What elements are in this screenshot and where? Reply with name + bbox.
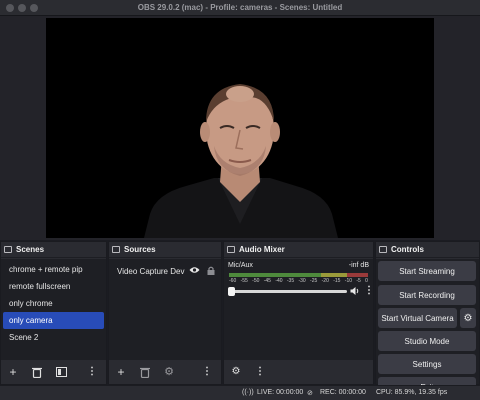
source-list: Video Capture Devi [109, 259, 221, 360]
sources-dock-title: Sources [124, 245, 156, 254]
advanced-audio-properties-icon[interactable]: ⚙ [228, 364, 244, 380]
controls-dock-icon [379, 246, 387, 253]
cpu-fps-status: CPU: 85.9%, 19.35 fps [376, 389, 448, 396]
meter-scale-tick: -15 [333, 278, 341, 284]
scene-item-remote-fullscreen[interactable]: remote fullscreen [3, 278, 104, 295]
settings-button[interactable]: Settings [378, 354, 476, 374]
audio-mixer-dock-icon [227, 246, 235, 253]
meter-scale: -60 -55 -50 -45 -40 -35 -30 -25 -20 -15 -10 -5 0 [229, 278, 368, 286]
visibility-eye-icon[interactable] [189, 266, 200, 276]
volume-meter [229, 273, 368, 277]
channel-level: -inf dB [348, 262, 369, 269]
sources-dock-icon [112, 246, 120, 253]
meter-scale-tick: -60 [229, 278, 237, 284]
remove-scene-icon[interactable] [29, 364, 45, 380]
live-broadcast-icon: ((·)) [242, 389, 254, 396]
source-item-video-capture[interactable]: Video Capture Devi [109, 262, 221, 280]
studio-mode-button[interactable]: Studio Mode [378, 331, 476, 351]
rec-status: REC: 00:00:00 [320, 389, 366, 396]
title-bar: OBS 29.0.2 (mac) - Profile: cameras - Sc… [0, 0, 480, 16]
meter-scale-tick: -30 [298, 278, 306, 284]
meter-scale-tick: -50 [252, 278, 260, 284]
add-source-icon[interactable]: + [113, 364, 129, 380]
audio-mixer-menu-icon[interactable]: ⋮ [252, 364, 268, 380]
meter-scale-tick: -10 [344, 278, 353, 284]
mixer-body: Mic/Aux -inf dB -60 -55 -50 -45 -40 -35 -30 -25… [224, 259, 374, 360]
meter-scale-tick: -55 [240, 278, 248, 284]
status-bar: ((·)) LIVE: 00:00:00 ⊘ REC: 00:00:00 CPU… [0, 385, 480, 400]
speaker-volume-icon[interactable] [350, 286, 360, 298]
scene-item-scene-2[interactable]: Scene 2 [3, 329, 104, 346]
audio-mixer-dock-title: Audio Mixer [239, 245, 285, 254]
controls-body: Start Streaming Start Recording Start Vi… [376, 259, 479, 397]
mixer-channel-header: Mic/Aux -inf dB [228, 262, 369, 272]
virtual-camera-settings-gear-icon[interactable]: ⚙ [460, 308, 476, 328]
meter-scale-tick: -40 [275, 278, 283, 284]
scenes-menu-icon[interactable]: ⋮ [84, 364, 100, 380]
sources-dock: Sources Video Capture Devi + ⚙ ⋮ [108, 241, 222, 385]
meter-scale-tick: -25 [310, 278, 318, 284]
scene-filters-icon[interactable] [53, 364, 69, 380]
scenes-dock: Scenes chrome + remote pip remote fullsc… [0, 241, 107, 385]
meter-scale-tick: -35 [286, 278, 295, 284]
start-recording-button[interactable]: Start Recording [378, 285, 476, 305]
start-virtual-camera-button[interactable]: Start Virtual Camera [378, 308, 457, 328]
window-title: OBS 29.0.2 (mac) - Profile: cameras - Sc… [137, 3, 343, 12]
program-preview[interactable] [46, 18, 434, 238]
scene-item-chrome-remote-pip[interactable]: chrome + remote pip [3, 261, 104, 278]
meter-scale-tick: -20 [321, 278, 329, 284]
audio-mixer-dock: Audio Mixer Mic/Aux -inf dB -60 -55 -50 -45… [223, 241, 374, 385]
sources-menu-icon[interactable]: ⋮ [199, 364, 215, 380]
controls-dock: Controls Start Streaming Start Recording… [375, 241, 480, 397]
recording-status-icon: ⊘ [307, 390, 313, 397]
source-label: Video Capture Devi [117, 266, 185, 276]
mixer-channel-menu-icon[interactable]: ⋮ [364, 285, 374, 296]
volume-slider[interactable] [228, 287, 347, 296]
volume-slider-handle[interactable] [228, 287, 235, 296]
scenes-dock-icon [4, 246, 12, 253]
scenes-dock-title: Scenes [16, 245, 45, 254]
scene-item-only-chrome[interactable]: only chrome [3, 295, 104, 312]
add-scene-icon[interactable]: + [5, 364, 21, 380]
meter-scale-tick: -5 [356, 278, 361, 284]
camera-feed-image [46, 18, 434, 238]
meter-scale-tick: -45 [263, 278, 271, 284]
source-properties-gear-icon[interactable]: ⚙ [161, 364, 177, 380]
channel-name: Mic/Aux [228, 262, 253, 269]
remove-source-icon[interactable] [137, 364, 153, 380]
scene-item-only-camera[interactable]: only camera [3, 312, 104, 329]
lock-icon[interactable] [207, 266, 215, 277]
live-status: LIVE: 00:00:00 [257, 389, 304, 396]
controls-dock-title: Controls [391, 245, 424, 254]
scene-list: chrome + remote pip remote fullscreen on… [1, 259, 106, 360]
start-streaming-button[interactable]: Start Streaming [378, 261, 476, 281]
